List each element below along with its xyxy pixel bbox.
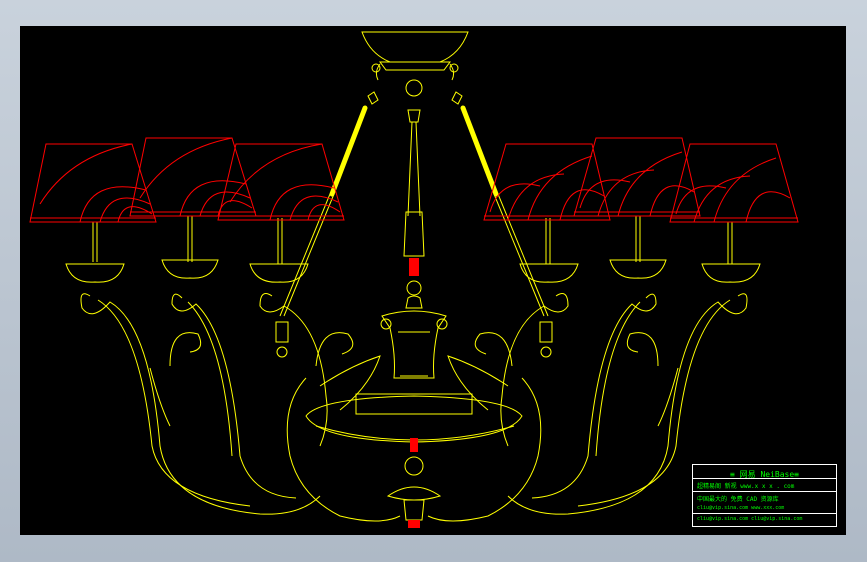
- center-urn: [381, 310, 447, 379]
- lamp-shade-6: [669, 143, 799, 223]
- ceiling-canopy: [361, 31, 469, 63]
- stamp-line-2: 超精易阁 新视 www.x x x . com: [697, 483, 795, 490]
- title-stamp: ≡ 网易 NeiBase≡ 超精易阁 新视 www.x x x . com 中国…: [692, 464, 837, 527]
- chandelier-drawing: [29, 31, 799, 528]
- lamp-shades: [29, 137, 799, 223]
- suspension-chains: [329, 105, 499, 197]
- stem-ball-top: [405, 79, 423, 97]
- stamp-line-4: cliu@vip.sina.com www.xxx.com: [697, 505, 785, 511]
- stamp-line-5: cliu@vip.sina.com cliu@vip.sina.com: [697, 516, 803, 522]
- cad-viewport[interactable]: ≡ 网易 NeiBase≡ 超精易阁 新视 www.x x x . com 中国…: [20, 26, 846, 535]
- stamp-line-3: 中国最大的 免费 CAD 资源库: [697, 496, 779, 503]
- lamp-shade-2: [129, 137, 257, 217]
- center-disc: [305, 395, 523, 443]
